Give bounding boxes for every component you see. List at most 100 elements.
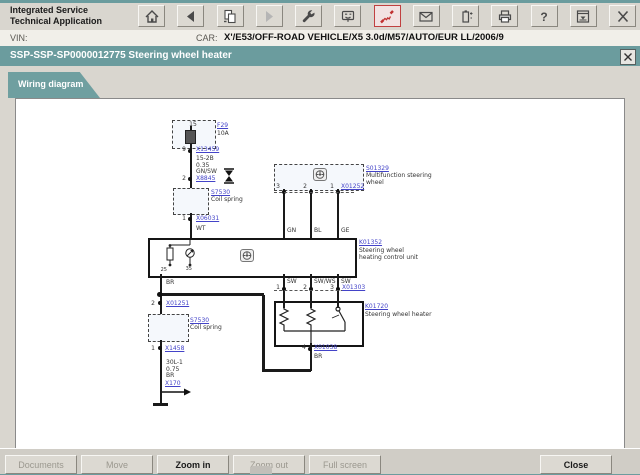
control-unit-icon [240,249,254,262]
window-select-button[interactable] [570,5,597,27]
close-icon [623,52,633,62]
connector-link[interactable]: X01252 [341,183,364,190]
wire-color-label: BR [314,353,322,360]
wire-segment [337,189,339,238]
connector-dot [188,149,192,153]
wire-color-label: BR [166,279,174,286]
pin-number: 2 [297,284,307,291]
connector-link[interactable]: X06031 [196,215,219,222]
connector-dot [158,346,162,350]
pin-number: 1 [176,215,186,222]
wire-color-label: GE [341,227,349,234]
ground-symbol [153,403,168,406]
component-label: wheel [366,179,384,186]
documents-button[interactable] [217,5,244,27]
wrench-icon [301,9,317,24]
move-button[interactable]: Move [81,455,153,474]
connector-link[interactable]: X01303 [342,284,365,291]
wire-color-label: GN [287,227,296,234]
pin-number: 3 [324,284,334,291]
junction-dot [157,292,162,297]
pin-number: 1 [145,345,155,352]
help-button[interactable]: ? [531,5,558,27]
wire-segment [262,369,311,372]
steering-wheel-icon [313,168,327,181]
mail-icon [418,9,434,24]
forward-icon [261,9,277,24]
pin-number: 2 [145,300,155,307]
fuse-code-link[interactable]: F29 [217,122,228,129]
heater-internals [275,302,357,343]
zoom-in-button[interactable]: Zoom in [157,455,229,474]
toolbar: ? [138,5,636,27]
vin-label: VIN: [10,33,28,43]
printer-icon [497,9,513,24]
component-label: Steering wheel heater [365,311,432,318]
wire-color-label: BL [314,227,321,234]
documents-button[interactable]: Documents [5,455,77,474]
wire-color-label: WT [196,225,206,232]
car-value: X'/E53/OFF-ROAD VEHICLE/X5 3.0d/M57/AUTO… [224,32,504,43]
component-code-link[interactable]: S7530 [190,317,209,324]
tab-label: Wiring diagram [18,79,83,89]
component-code-link[interactable]: S01329 [366,165,389,172]
document-title-bar: SSP-SSP-SP0000012775 Steering wheel heat… [0,46,640,66]
pin-number: 1 [270,284,280,291]
close-app-button[interactable] [609,5,636,27]
wire-segment [160,293,264,296]
connector-link[interactable]: X01251 [166,300,189,307]
pin-number: 2 [176,175,186,182]
help-icon: ? [536,9,552,24]
battery-button[interactable] [452,5,479,27]
component-code-link[interactable]: S7530 [211,189,230,196]
pin-number: 1 [324,183,334,190]
connector-link[interactable]: X1458 [165,345,184,352]
coil-spring-upper-box [173,188,209,215]
wire-color-label: SW [287,278,297,285]
pin-number: 25 [157,267,167,273]
pin-number: 3 [270,183,280,190]
measuring-device-button[interactable] [334,5,361,27]
full-screen-button[interactable]: Full screen [309,455,381,474]
home-button[interactable] [138,5,165,27]
connector-dot [158,301,162,305]
connector-link[interactable]: X8845 [196,175,215,182]
document-close-button[interactable] [620,49,636,65]
vehicle-bar: VIN: CAR: X'/E53/OFF-ROAD VEHICLE/X5 3.0… [0,30,640,47]
pin-number: 35 [182,266,192,272]
ground-point-link[interactable]: X170 [165,380,181,387]
home-icon [144,9,160,24]
wire-circuit-label: 15-2B [196,155,214,162]
connector-dot [308,347,312,351]
scroll-thumb-artifact [250,466,272,474]
back-icon [183,9,199,24]
component-code-link[interactable]: K01352 [359,239,382,246]
fuse-symbol [185,130,196,144]
close-button[interactable]: Close [540,455,612,474]
tab-wiring-diagram[interactable]: Wiring diagram [8,72,100,98]
pin-number: 4 [296,344,306,351]
connector-link[interactable]: X13459 [196,146,219,153]
component-code-link[interactable]: K01720 [365,303,388,310]
ground-arrow-icon [162,387,192,397]
hourglass-icon [222,168,236,184]
workshop-button[interactable] [295,5,322,27]
svg-text:?: ? [540,10,547,24]
forward-button[interactable] [256,5,283,27]
documents-icon [222,9,238,24]
close-icon [615,9,631,24]
wiring-diagram-canvas[interactable]: 15 F29 10A 9 X13459 15-2B 0.35 GN/SW 2 X… [15,98,625,450]
connector-link[interactable]: X01038 [314,344,337,351]
mail-button[interactable] [413,5,440,27]
connector-dot [188,177,192,181]
back-button[interactable] [177,5,204,27]
print-button[interactable] [491,5,518,27]
pin-number: 9 [176,146,186,153]
wire-segment [190,147,192,188]
app-title: Integrated Service Technical Application [10,5,102,27]
component-label: heating control unit [359,254,418,261]
wire-segment [283,189,285,238]
connector-button[interactable] [374,5,401,27]
connector-dot [188,217,192,221]
fuse-terminal-label: 15 [172,121,214,128]
